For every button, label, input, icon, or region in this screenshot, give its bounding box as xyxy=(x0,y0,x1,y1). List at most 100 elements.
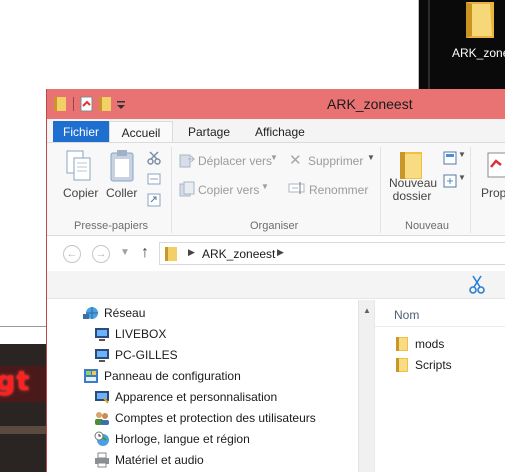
background-window-edge xyxy=(0,326,46,327)
navigation-pane: Réseau LIVEBOX PC-GILLES Panneau de conf… xyxy=(47,300,374,472)
properties-button[interactable]: Propr xyxy=(481,186,505,200)
qat-separator xyxy=(73,97,74,111)
tab-view[interactable]: Affichage xyxy=(255,121,305,143)
tree-item-label: LIVEBOX xyxy=(115,327,167,341)
file-list: Nom mods Scripts xyxy=(375,300,505,472)
column-header-divider xyxy=(375,326,505,327)
copy-to-icon[interactable] xyxy=(179,181,195,197)
control-panel-icon xyxy=(84,369,98,383)
tree-item-label: Comptes et protection des utilisateurs xyxy=(115,411,316,425)
tree-item-label: PC-GILLES xyxy=(115,348,178,362)
move-to-button[interactable]: Déplacer vers xyxy=(198,154,272,168)
computer-icon xyxy=(95,349,109,362)
desktop-folder-icon[interactable] xyxy=(460,0,500,40)
title-bar[interactable]: ARK_zoneest xyxy=(47,89,505,119)
background-banner-text: gt xyxy=(0,366,31,397)
tree-item-livebox[interactable]: LIVEBOX xyxy=(94,324,166,344)
back-button[interactable]: ← xyxy=(63,245,81,263)
address-bar[interactable]: ▶ ARK_zoneest ▶ xyxy=(159,242,505,265)
move-to-dropdown-icon[interactable]: ▼ xyxy=(270,153,278,162)
customize-qat-icon[interactable] xyxy=(116,96,126,112)
tree-item-label: Apparence et personnalisation xyxy=(115,390,278,404)
tab-share[interactable]: Partage xyxy=(188,121,230,143)
desktop-icon-label[interactable]: ARK_zone xyxy=(452,46,505,60)
tree-item-label: Horloge, langue et région xyxy=(115,432,250,446)
ribbon: Copier Coller Presse-papiers Déplacer ve… xyxy=(47,142,505,236)
file-item-scripts[interactable]: Scripts xyxy=(395,355,452,375)
new-folder-button[interactable]: Nouveau dossier xyxy=(389,177,437,203)
paste-button[interactable]: Coller xyxy=(106,186,137,200)
new-folder-icon[interactable] xyxy=(98,96,112,112)
scroll-up-arrow-icon[interactable]: ▲ xyxy=(363,306,371,315)
navigation-bar: ← → ▼ ↑ ▶ ARK_zoneest ▶ xyxy=(47,237,505,271)
ribbon-tab-bar: Fichier Accueil Partage Affichage xyxy=(47,119,505,143)
up-button[interactable]: ↑ xyxy=(141,244,149,262)
users-icon xyxy=(95,412,109,425)
window-title: ARK_zoneest xyxy=(327,96,413,112)
delete-icon[interactable]: ✕ xyxy=(289,151,302,169)
file-item-label: Scripts xyxy=(415,358,452,372)
explorer-window: ARK_zoneest Fichier Accueil Partage Affi… xyxy=(46,89,505,472)
file-item-label: mods xyxy=(415,337,445,351)
group-separator xyxy=(470,147,471,233)
navigation-pane-scrollbar[interactable]: ▲ xyxy=(358,300,375,472)
copy-to-dropdown-icon[interactable]: ▼ xyxy=(261,182,269,191)
paste-icon[interactable] xyxy=(109,149,135,183)
tree-item-control-panel[interactable]: Panneau de configuration xyxy=(83,366,241,386)
breadcrumb-chevron-icon[interactable]: ▶ xyxy=(277,247,284,258)
tree-item-label: Matériel et audio xyxy=(115,453,204,467)
copy-icon[interactable] xyxy=(65,149,93,183)
secondary-toolbar xyxy=(47,271,505,299)
rename-button[interactable]: Renommer xyxy=(309,183,368,197)
cut-icon[interactable] xyxy=(147,151,161,165)
new-folder-label-line2: dossier xyxy=(392,189,432,203)
printer-icon xyxy=(95,452,109,468)
file-item-mods[interactable]: mods xyxy=(395,334,444,354)
desktop-divider xyxy=(418,0,419,89)
new-item-dropdown-icon[interactable]: ▼ xyxy=(458,150,466,159)
tree-item-appearance[interactable]: Apparence et personnalisation xyxy=(94,387,277,407)
tree-item-user-accounts[interactable]: Comptes et protection des utilisateurs xyxy=(94,408,316,428)
column-header-name[interactable]: Nom xyxy=(394,308,419,322)
delete-button[interactable]: Supprimer xyxy=(308,154,363,168)
appearance-icon xyxy=(95,391,109,404)
organize-group-label: Organiser xyxy=(250,220,299,232)
paste-shortcut-icon[interactable] xyxy=(147,193,161,207)
delete-dropdown-icon[interactable]: ▼ xyxy=(367,153,375,162)
group-separator xyxy=(171,147,172,233)
group-separator xyxy=(380,147,381,233)
properties-icon[interactable] xyxy=(80,96,94,112)
network-icon xyxy=(83,307,98,319)
move-to-icon[interactable] xyxy=(179,152,195,168)
new-group-label: Nouveau xyxy=(405,220,450,232)
properties-icon[interactable] xyxy=(486,151,505,179)
tree-item-label: Panneau de configuration xyxy=(104,369,241,383)
quick-access-toolbar xyxy=(53,95,126,113)
address-folder-icon xyxy=(165,247,177,261)
rename-icon[interactable] xyxy=(288,181,305,195)
easy-access-dropdown-icon[interactable]: ▼ xyxy=(458,173,466,182)
folder-icon[interactable] xyxy=(53,96,67,112)
background-strip xyxy=(0,426,46,434)
tree-item-network[interactable]: Réseau xyxy=(83,303,145,323)
forward-button[interactable]: → xyxy=(92,245,110,263)
clock-globe-icon xyxy=(94,431,109,446)
copy-button[interactable]: Copier xyxy=(63,186,98,200)
copy-path-icon[interactable] xyxy=(147,173,161,185)
computer-icon xyxy=(95,328,109,341)
tree-item-pc-gilles[interactable]: PC-GILLES xyxy=(94,345,178,365)
tree-item-hardware-sound[interactable]: Matériel et audio xyxy=(94,450,204,470)
tab-home[interactable]: Accueil xyxy=(109,121,173,143)
breadcrumb-chevron-icon[interactable]: ▶ xyxy=(188,247,195,258)
clipboard-group-label: Presse-papiers xyxy=(74,220,148,232)
new-item-icon[interactable] xyxy=(442,150,458,166)
tab-file[interactable]: Fichier xyxy=(53,121,109,143)
tree-item-clock-region[interactable]: Horloge, langue et région xyxy=(94,429,250,449)
tree-item-label: Réseau xyxy=(104,306,146,320)
breadcrumb-current[interactable]: ARK_zoneest xyxy=(202,247,275,261)
easy-access-icon[interactable] xyxy=(442,173,458,189)
copy-to-button[interactable]: Copier vers xyxy=(198,183,259,197)
folder-icon xyxy=(396,358,408,372)
recent-locations-dropdown-icon[interactable]: ▼ xyxy=(120,247,130,258)
cut-icon[interactable] xyxy=(469,275,485,295)
